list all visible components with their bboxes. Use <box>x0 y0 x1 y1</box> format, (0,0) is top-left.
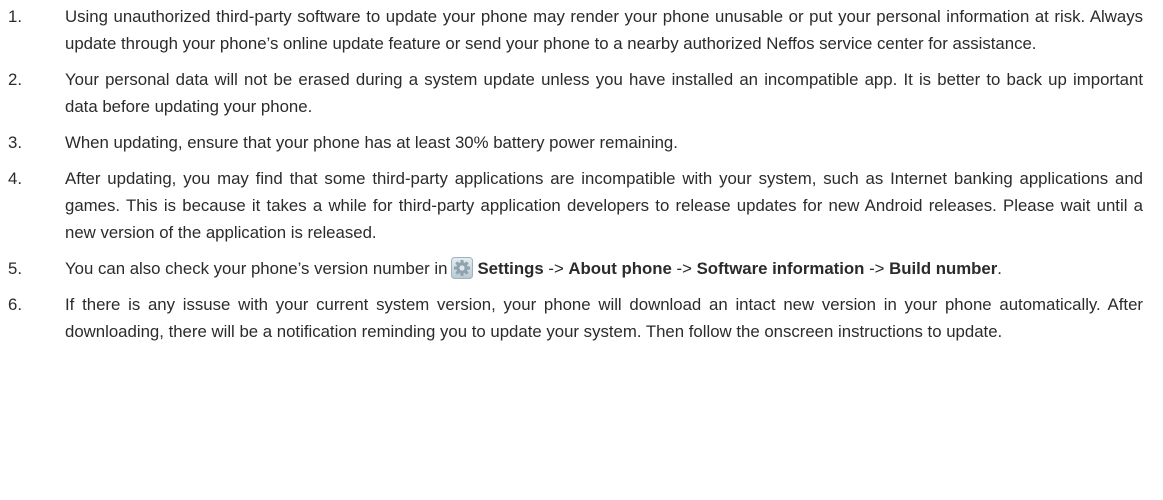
arrow-separator: -> <box>864 259 890 278</box>
document-page: 1. Using unauthorized third-party softwa… <box>0 0 1163 500</box>
list-number: 1. <box>8 7 22 26</box>
list-number: 5. <box>8 259 22 278</box>
list-number: 2. <box>8 70 22 89</box>
settings-label: Settings <box>477 259 544 278</box>
list-number: 6. <box>8 295 22 314</box>
list-number: 3. <box>8 133 22 152</box>
list-text: When updating, ensure that your phone ha… <box>65 133 678 152</box>
list-text: Using unauthorized third-party software … <box>65 7 1143 53</box>
list-item: 6. If there is any issuse with your curr… <box>0 291 1143 345</box>
list-item: 5. You can also check your phone’s versi… <box>0 255 1143 282</box>
arrow-separator: -> <box>543 259 569 278</box>
list-text: After updating, you may find that some t… <box>65 169 1143 242</box>
list-item: 1. Using unauthorized third-party softwa… <box>0 3 1143 57</box>
build-number-label: Build number <box>889 259 998 278</box>
gear-icon <box>451 257 474 279</box>
sentence-end: . <box>997 259 1002 278</box>
arrow-separator: -> <box>671 259 697 278</box>
list-number: 4. <box>8 169 22 188</box>
list-text: If there is any issuse with your current… <box>65 295 1143 341</box>
about-phone-label: About phone <box>568 259 672 278</box>
list-item: 3. When updating, ensure that your phone… <box>0 129 1143 156</box>
list-item: 2. Your personal data will not be erased… <box>0 66 1143 120</box>
list-text: You can also check your phone’s version … <box>65 255 1143 282</box>
software-information-label: Software information <box>696 259 865 278</box>
list-item: 4. After updating, you may find that som… <box>0 165 1143 246</box>
list-text-intro: You can also check your phone’s version … <box>65 259 448 278</box>
list-text: Your personal data will not be erased du… <box>65 70 1143 116</box>
